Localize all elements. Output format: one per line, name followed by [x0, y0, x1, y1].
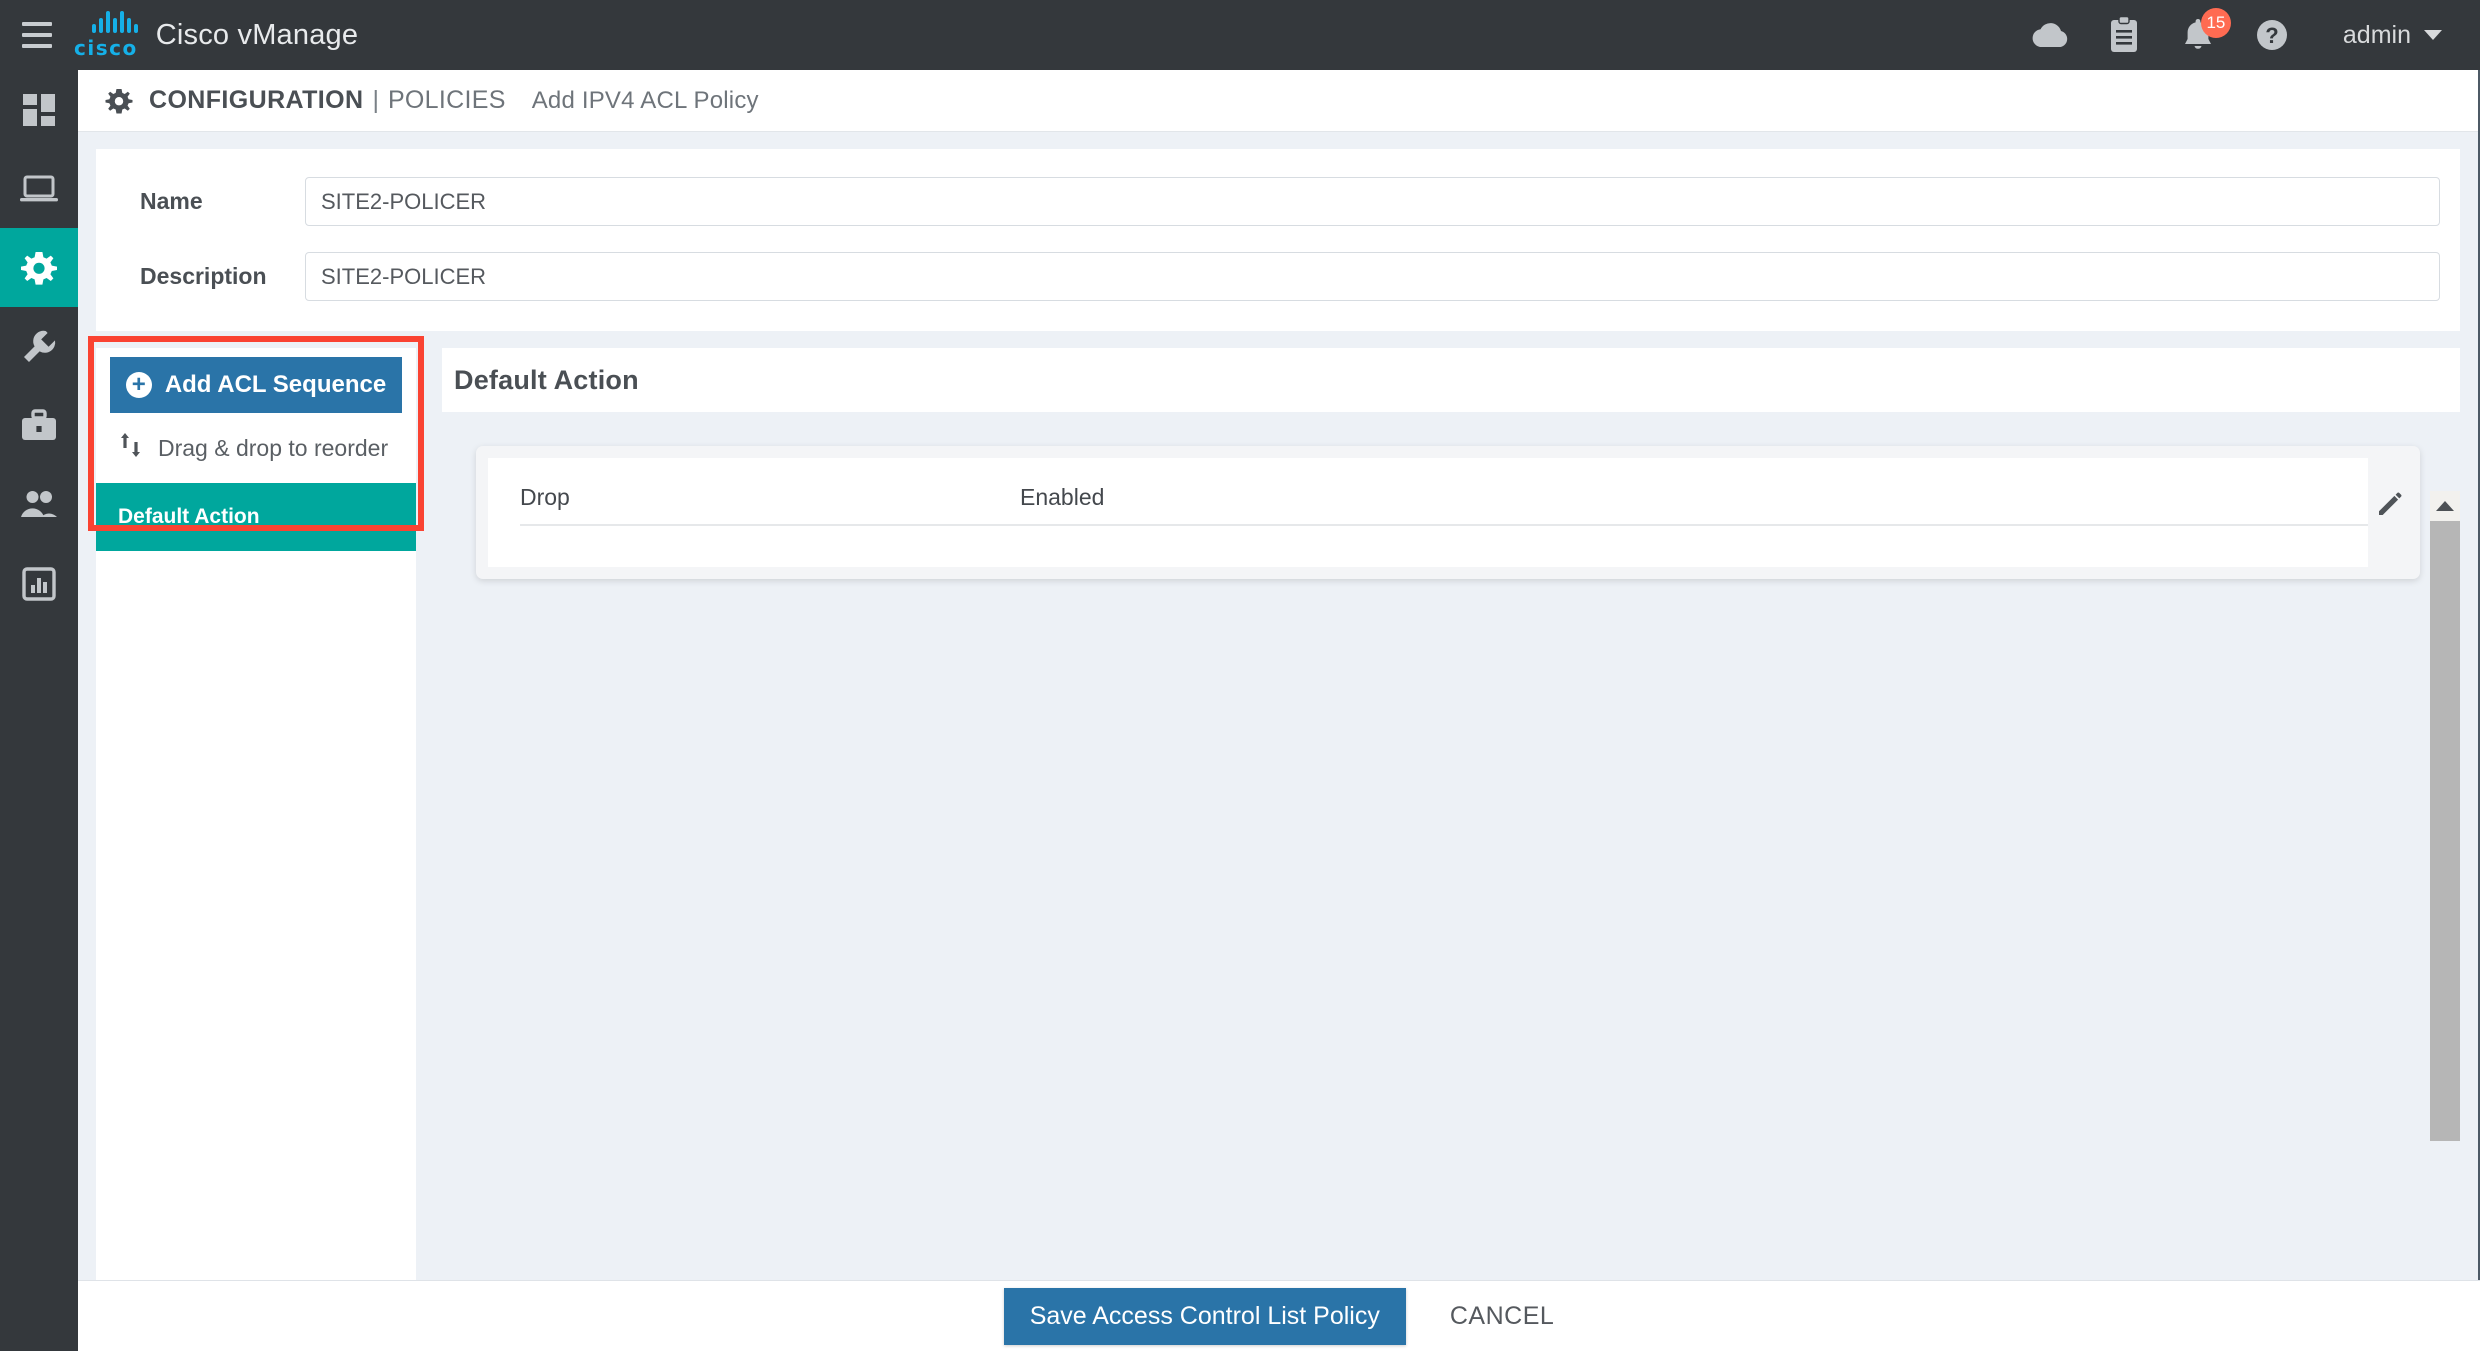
save-button[interactable]: Save Access Control List Policy: [1003, 1287, 1406, 1345]
wrench-icon: [24, 330, 56, 362]
hamburger-bar: [22, 33, 52, 37]
gear-icon: [21, 251, 57, 285]
table-row: Drop Enabled: [520, 484, 2368, 526]
top-header: cisco Cisco vManage 15 ? admin: [0, 0, 2480, 70]
breadcrumb-separator: |: [372, 86, 379, 114]
page-title: Default Action: [454, 364, 639, 395]
help-icon[interactable]: ?: [2235, 0, 2309, 70]
hamburger-bar: [22, 22, 52, 26]
vertical-scrollbar[interactable]: [2430, 491, 2460, 1351]
briefcase-icon: [22, 408, 56, 440]
action-name: Drop: [520, 484, 570, 510]
breadcrumb-page: Add IPV4 ACL Policy: [531, 86, 759, 114]
sequence-sidebar: + Add ACL Sequence Drag & drop to reorde…: [88, 336, 424, 1351]
dashboard-icon: [23, 93, 55, 126]
brand-block[interactable]: cisco Cisco vManage: [74, 0, 391, 70]
name-label: Name: [140, 188, 203, 214]
cisco-logo-bars: [91, 10, 138, 33]
policy-editor-split: + Add ACL Sequence Drag & drop to reorde…: [78, 336, 2478, 1351]
default-action-table: Drop Enabled: [488, 458, 2368, 567]
add-acl-sequence-label: Add ACL Sequence: [164, 371, 387, 398]
action-state: Enabled: [1020, 484, 1105, 510]
breadcrumb-section[interactable]: CONFIGURATION: [149, 86, 363, 115]
cancel-button[interactable]: CANCEL: [1450, 1302, 1554, 1331]
breadcrumb: CONFIGURATION | POLICIES Add IPV4 ACL Po…: [78, 70, 2478, 132]
panel-body: Drop Enabled: [442, 412, 2460, 1351]
default-action-card: Drop Enabled: [476, 446, 2420, 579]
name-row: Name: [96, 177, 2460, 226]
up-down-arrows-icon: [118, 429, 144, 467]
vmanage-app: cisco Cisco vManage 15 ? admin CONFIGURA…: [0, 0, 2480, 1351]
cloud-icon[interactable]: [2013, 0, 2087, 70]
notification-badge: 15: [2200, 8, 2231, 38]
scrollbar-thumb[interactable]: [2430, 521, 2460, 1141]
chart-icon: [22, 566, 56, 601]
chevron-down-icon: [2424, 30, 2442, 40]
pencil-icon[interactable]: [2376, 488, 2406, 523]
panel-header: Default Action: [442, 348, 2460, 412]
footer-actions: Save Access Control List Policy CANCEL: [78, 1280, 2480, 1351]
description-input[interactable]: [305, 252, 2440, 301]
clipboard-icon[interactable]: [2087, 0, 2161, 70]
plus-circle-icon: +: [125, 372, 152, 398]
policy-form-card: Name Description: [96, 149, 2460, 331]
cisco-wordmark: cisco: [74, 35, 138, 60]
scroll-up-button[interactable]: [2430, 491, 2460, 521]
app-title: Cisco vManage: [155, 18, 359, 51]
header-actions: 15 ? admin: [2013, 0, 2480, 70]
description-label: Description: [140, 263, 267, 289]
bell-icon[interactable]: 15: [2161, 0, 2235, 70]
drag-drop-hint-label: Drag & drop to reorder: [158, 434, 389, 461]
add-acl-sequence-button[interactable]: + Add ACL Sequence: [110, 357, 402, 413]
default-action-panel: Default Action Drop Enabled: [442, 348, 2460, 1351]
main-content-area: CONFIGURATION | POLICIES Add IPV4 ACL Po…: [78, 70, 2480, 1351]
user-name: admin: [2342, 20, 2411, 49]
users-icon: [21, 490, 57, 517]
scrollbar-track[interactable]: [2430, 521, 2460, 1351]
sidebar-item-administration[interactable]: [0, 465, 78, 544]
description-row: Description: [96, 252, 2460, 301]
sidebar-item-tools[interactable]: [0, 307, 78, 386]
monitor-icon: [20, 175, 58, 201]
user-menu[interactable]: admin: [2343, 21, 2442, 50]
rail-navigation: [0, 70, 78, 1351]
gear-icon: [104, 86, 134, 116]
sidebar-item-analytics[interactable]: [0, 544, 78, 623]
sequence-item-default-action[interactable]: Default Action: [96, 483, 416, 551]
sidebar-item-maintenance[interactable]: [0, 386, 78, 465]
sidebar-item-dashboard[interactable]: [0, 70, 78, 149]
cisco-logo: cisco: [74, 10, 138, 60]
name-input[interactable]: [305, 177, 2440, 226]
breadcrumb-subsection[interactable]: POLICIES: [388, 86, 506, 115]
drag-drop-hint: Drag & drop to reorder: [96, 413, 416, 483]
hamburger-bar: [22, 44, 52, 48]
hamburger-icon[interactable]: [0, 0, 74, 70]
svg-text:?: ?: [2265, 23, 2278, 48]
triangle-up-icon: [2436, 501, 2454, 511]
sidebar-item-monitor[interactable]: [0, 149, 78, 228]
sidebar-item-configuration[interactable]: [0, 228, 78, 307]
sequence-item-label: Default Action: [118, 505, 260, 528]
